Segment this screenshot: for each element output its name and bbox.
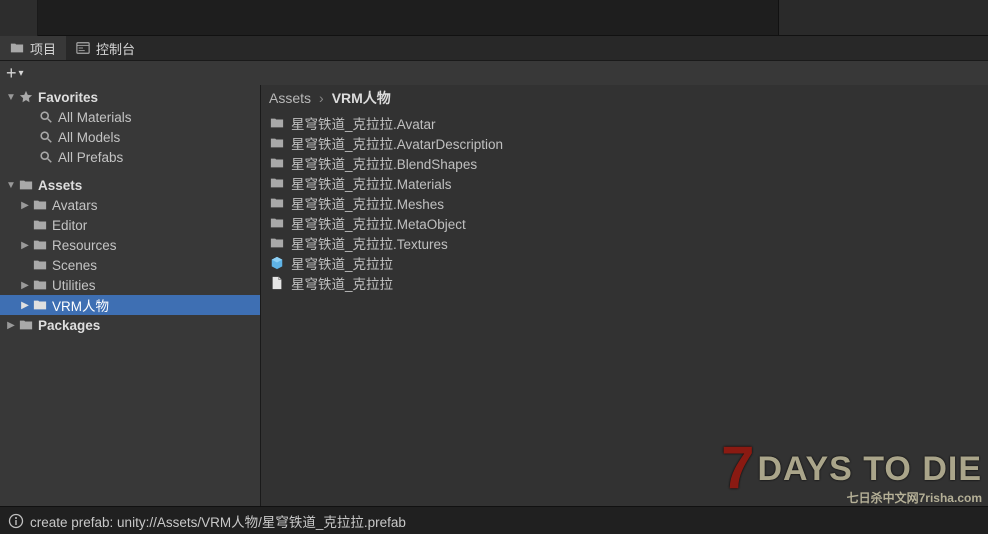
favorite-all-models[interactable]: All Models <box>0 127 260 147</box>
console-icon <box>76 41 90 55</box>
file-label: 星穹铁道_克拉拉.MetaObject <box>291 213 466 233</box>
dropdown-caret-icon: ▾ <box>19 68 24 79</box>
tab-label: 控制台 <box>96 39 135 58</box>
top-filler <box>0 0 988 36</box>
favorite-all-materials[interactable]: All Materials <box>0 107 260 127</box>
file-item[interactable]: 星穹铁道_克拉拉 <box>269 253 980 273</box>
file-item[interactable]: 星穹铁道_克拉拉.MetaObject <box>269 213 980 233</box>
status-message: create prefab: unity://Assets/VRM人物/星穹铁道… <box>30 511 406 531</box>
folder-icon <box>19 178 33 192</box>
project-toolbar: + ▾ <box>0 61 988 85</box>
file-item[interactable]: 星穹铁道_克拉拉.Materials <box>269 173 980 193</box>
folder-icon <box>270 216 284 230</box>
project-sidebar: ▼ Favorites All Materials All Models All… <box>0 85 260 506</box>
assets-header[interactable]: ▼ Assets <box>0 175 260 195</box>
expand-arrow-icon: ▼ <box>4 180 18 191</box>
breadcrumb-current[interactable]: VRM人物 <box>332 88 391 108</box>
folder-icon <box>270 136 284 150</box>
file-item[interactable]: 星穹铁道_克拉拉.Avatar <box>269 113 980 133</box>
search-icon <box>39 150 53 164</box>
tab-label: 项目 <box>30 39 56 58</box>
folder-icon <box>33 278 47 292</box>
file-label: 星穹铁道_克拉拉.Meshes <box>291 193 444 213</box>
expand-arrow-icon: ▶ <box>4 320 18 331</box>
file-item[interactable]: 星穹铁道_克拉拉.BlendShapes <box>269 153 980 173</box>
expand-arrow-icon: ▶ <box>18 200 32 211</box>
folder-icon <box>19 318 33 332</box>
folder-icon <box>10 41 24 55</box>
file-label: 星穹铁道_克拉拉.BlendShapes <box>291 153 477 173</box>
folder-icon <box>270 196 284 210</box>
file-item[interactable]: 星穹铁道_克拉拉.Textures <box>269 233 980 253</box>
favorites-header[interactable]: ▼ Favorites <box>0 87 260 107</box>
folder-icon <box>33 298 47 312</box>
info-icon <box>8 513 24 529</box>
sidebar-item-utilities[interactable]: ▶ Utilities <box>0 275 260 295</box>
search-icon <box>39 110 53 124</box>
search-icon <box>39 130 53 144</box>
sidebar-item-resources[interactable]: ▶ Resources <box>0 235 260 255</box>
expand-arrow-icon: ▶ <box>18 240 32 251</box>
folder-icon <box>270 156 284 170</box>
file-list[interactable]: 星穹铁道_克拉拉.Avatar星穹铁道_克拉拉.AvatarDescriptio… <box>261 111 988 506</box>
expand-arrow-icon: ▶ <box>18 280 32 291</box>
file-item[interactable]: 星穹铁道_克拉拉.AvatarDescription <box>269 133 980 153</box>
file-item[interactable]: 星穹铁道_克拉拉.Meshes <box>269 193 980 213</box>
folder-icon <box>33 218 47 232</box>
sidebar-item-scenes[interactable]: Scenes <box>0 255 260 275</box>
folder-icon <box>270 176 284 190</box>
file-label: 星穹铁道_克拉拉.Avatar <box>291 113 436 133</box>
sidebar-item-vrm[interactable]: ▶ VRM人物 <box>0 295 260 315</box>
status-bar: create prefab: unity://Assets/VRM人物/星穹铁道… <box>0 506 988 534</box>
folder-icon <box>33 198 47 212</box>
file-label: 星穹铁道_克拉拉.AvatarDescription <box>291 133 503 153</box>
file-icon <box>270 276 284 290</box>
tab-project[interactable]: 项目 <box>0 36 66 60</box>
breadcrumb: Assets › VRM人物 <box>261 85 988 111</box>
file-label: 星穹铁道_克拉拉.Textures <box>291 233 448 253</box>
folder-icon <box>33 238 47 252</box>
plus-icon: + <box>6 63 17 84</box>
sidebar-item-avatars[interactable]: ▶ Avatars <box>0 195 260 215</box>
expand-arrow-icon: ▶ <box>18 300 32 311</box>
folder-icon <box>270 116 284 130</box>
chevron-right-icon: › <box>319 90 324 106</box>
file-label: 星穹铁道_克拉拉 <box>291 253 393 273</box>
file-item[interactable]: 星穹铁道_克拉拉 <box>269 273 980 293</box>
panel-tabs: 项目 控制台 <box>0 36 988 61</box>
prefab-icon <box>270 256 284 270</box>
folder-icon <box>270 236 284 250</box>
folder-icon <box>33 258 47 272</box>
favorite-all-prefabs[interactable]: All Prefabs <box>0 147 260 167</box>
file-label: 星穹铁道_克拉拉.Materials <box>291 173 452 193</box>
packages-header[interactable]: ▶ Packages <box>0 315 260 335</box>
file-label: 星穹铁道_克拉拉 <box>291 273 393 293</box>
sidebar-item-editor[interactable]: Editor <box>0 215 260 235</box>
expand-arrow-icon: ▼ <box>4 92 18 103</box>
content-panel: Assets › VRM人物 星穹铁道_克拉拉.Avatar星穹铁道_克拉拉.A… <box>260 85 988 506</box>
tab-console[interactable]: 控制台 <box>66 36 145 60</box>
breadcrumb-root[interactable]: Assets <box>269 90 311 106</box>
star-icon <box>19 90 33 104</box>
add-button[interactable]: + ▾ <box>6 63 24 84</box>
